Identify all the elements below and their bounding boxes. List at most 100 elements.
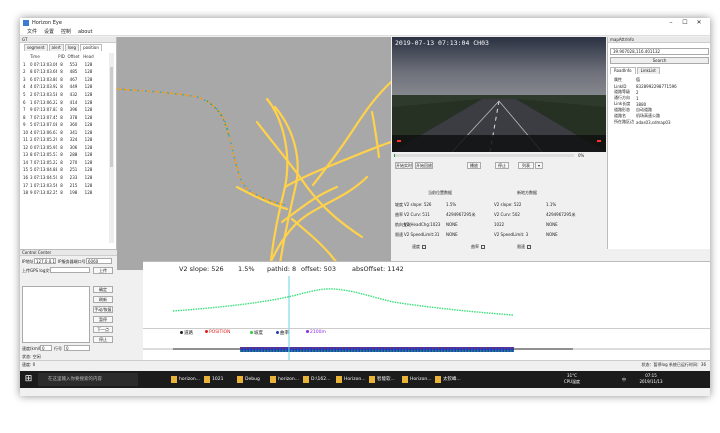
col-header-head[interactable]: Head <box>81 54 96 59</box>
check-curvature[interactable]: 曲率 <box>471 244 485 250</box>
row-input[interactable]: 0 <box>64 345 90 351</box>
taskbar-app[interactable]: 智能软... <box>368 373 399 386</box>
row-head: 128 <box>84 76 93 82</box>
table-row[interactable]: 7 9 07:13:07.8378 396 128 <box>23 106 108 114</box>
app-icon <box>23 20 29 26</box>
check-limit[interactable]: 限速 <box>517 244 531 250</box>
info-left-value: V2 Curv: 511 <box>404 212 430 217</box>
table-scrollbar[interactable] <box>109 53 114 243</box>
next-point-button[interactable]: 下一点 <box>93 326 113 333</box>
table-row[interactable]: 112 07:13:05.2988 324 128 <box>23 136 108 144</box>
confirm-button[interactable]: 确定 <box>93 286 113 293</box>
port-input[interactable]: 6060 <box>86 258 112 264</box>
pause-button[interactable]: 暂停 <box>93 316 113 323</box>
close-button[interactable]: ✕ <box>692 18 706 28</box>
taskbar-search-input[interactable]: 在这里输入你要搜索的内容 <box>38 373 138 386</box>
table-row[interactable]: 155 07:13:04.8808 251 128 <box>23 166 108 174</box>
table-row[interactable]: 120 07:13:05.9198 306 128 <box>23 144 108 152</box>
tab-linklist[interactable]: LinkList <box>636 67 660 74</box>
table-row[interactable]: 87 07:13:07.4518378128 <box>23 113 108 121</box>
table-row[interactable]: 9 5 07:13:07.0898 360 128 <box>23 121 108 129</box>
taskbar-app[interactable]: horizon... <box>170 373 201 386</box>
coordinate-input[interactable]: 39.907028,116.401132 <box>610 48 709 55</box>
row-index: 9 <box>23 122 26 128</box>
app-icon <box>171 376 177 383</box>
tab-roadinfo[interactable]: RoadInfo <box>610 67 636 74</box>
list-dropdown-icon[interactable]: ▾ <box>535 162 543 169</box>
tab-alert[interactable]: alert <box>48 44 64 51</box>
manual-resume-button[interactable]: 手动/恢复 <box>93 306 113 313</box>
windows-start-icon[interactable]: ⊞ <box>23 374 34 385</box>
attribute-row[interactable]: 所在路区边 adas03,sdmap03 <box>614 119 709 125</box>
checkbox[interactable] <box>481 245 485 249</box>
tab-segment[interactable]: segment <box>24 44 48 51</box>
play-button[interactable]: 播放 <box>467 162 481 169</box>
table-row[interactable]: 171 07:13:03.5698 215 128 <box>23 181 108 189</box>
tab-iseg[interactable]: Iseg <box>64 44 80 51</box>
upload-button[interactable]: 上传 <box>93 267 113 274</box>
row-index: 5 <box>23 92 26 97</box>
map-canvas[interactable] <box>116 37 393 272</box>
start-replay-button[interactable]: 开始回放 <box>415 162 433 169</box>
maximize-button[interactable]: ☐ <box>678 18 692 28</box>
title-bar: Horizon Eye – ☐ ✕ <box>20 18 710 28</box>
table-row[interactable]: 4 4 07:13:03.9208 449 128 <box>23 83 108 91</box>
table-row[interactable]: 189 07:13:02.2508 198 128 <box>23 189 108 197</box>
minimize-button[interactable]: – <box>664 18 678 28</box>
app-icon <box>204 376 210 383</box>
menu-control[interactable]: 控制 <box>61 28 71 35</box>
speed-input[interactable]: 0 <box>40 345 52 351</box>
port-label: IP服务器端口号 <box>58 259 86 264</box>
col-header-time[interactable]: Time <box>30 54 57 59</box>
tab-position[interactable]: position <box>80 44 102 51</box>
stop-control-button[interactable]: 停止 <box>93 336 113 343</box>
row-pid: 8 <box>60 92 63 97</box>
taskbar-app[interactable]: D:\162... <box>302 373 333 386</box>
table-row[interactable]: 5 2 07:13:03.5898 432 128 <box>23 91 108 99</box>
menu-file[interactable]: 文件 <box>27 28 37 35</box>
road-strip[interactable]: 道路 POSITION 坡度 曲率 2100m <box>143 328 710 365</box>
taskbar-app[interactable]: Horizon... <box>401 373 432 386</box>
weather-widget[interactable]: 31°C CPU温度 <box>560 373 584 385</box>
dashcam-video[interactable]: 2019-07-13 07:13:04 CH03 <box>392 37 606 152</box>
table-row[interactable]: 2 8 07:13:03.6658 485 128 <box>23 68 108 76</box>
table-row[interactable]: 147 07:13:05.2298 270 128 <box>23 159 108 167</box>
checkbox[interactable] <box>527 245 531 249</box>
taskbar-app[interactable]: horizon... <box>269 373 300 386</box>
taskbar-app[interactable]: 太钦峰... <box>434 373 465 386</box>
refresh-button[interactable]: 刷新 <box>93 296 113 303</box>
list-select[interactable]: 列表 <box>518 162 534 169</box>
table-row[interactable]: 1 0 07:13:03.0658 553 128 <box>23 61 108 69</box>
map-view[interactable] <box>116 37 393 272</box>
taskbar-app[interactable]: Horizon... <box>335 373 366 386</box>
log-output[interactable] <box>22 286 90 343</box>
upload-path-input[interactable] <box>50 267 90 273</box>
table-row[interactable]: 104 07:13:06.6708 341 128 <box>23 128 108 136</box>
video-progress[interactable] <box>394 154 574 157</box>
row-time: 5 07:13:07.089 <box>30 122 57 128</box>
table-row[interactable]: 3 6 07:13:03.8058 467 128 <box>23 76 108 84</box>
menu-settings[interactable]: 设置 <box>44 28 54 35</box>
taskbar-app[interactable]: 1021 <box>203 373 234 386</box>
table-row[interactable]: 6 1 07:13:06.2208 414 128 <box>23 98 108 106</box>
info-left-extra: 1.5% <box>446 202 457 207</box>
row-pid: 8 <box>60 114 63 120</box>
scrollbar-thumb[interactable] <box>110 67 113 167</box>
col-header-offset[interactable]: Offset <box>66 54 81 59</box>
control-center-title: Control Center <box>20 250 117 256</box>
start-live-button[interactable]: 开始实时 <box>395 162 413 169</box>
ime-indicator[interactable]: 中 <box>620 373 628 386</box>
checkbox[interactable] <box>422 245 426 249</box>
menu-about[interactable]: about <box>78 29 92 35</box>
table-row[interactable]: 138 07:13:05.5708 288 128 <box>23 151 108 159</box>
taskbar-app[interactable]: Debug <box>236 373 267 386</box>
col-header-pid[interactable]: PID <box>57 54 66 59</box>
ip-input[interactable]: 127.0.0.1 <box>34 258 56 264</box>
clock[interactable]: 07:15 2019/11/13 <box>634 373 668 385</box>
check-speed[interactable]: 速度 <box>412 244 426 250</box>
table-row[interactable]: 163 07:13:04.5088 233 128 <box>23 174 108 182</box>
stop-button[interactable]: 停止 <box>495 162 509 169</box>
taskbar: ⊞ 在这里输入你要搜索的内容 horizon... 1021 Debug horizo… <box>20 371 710 388</box>
search-button[interactable]: Search <box>610 57 709 64</box>
slope-profile[interactable]: V2 slope: 526 1.5% pathid: 8 offset: 503… <box>143 261 710 329</box>
